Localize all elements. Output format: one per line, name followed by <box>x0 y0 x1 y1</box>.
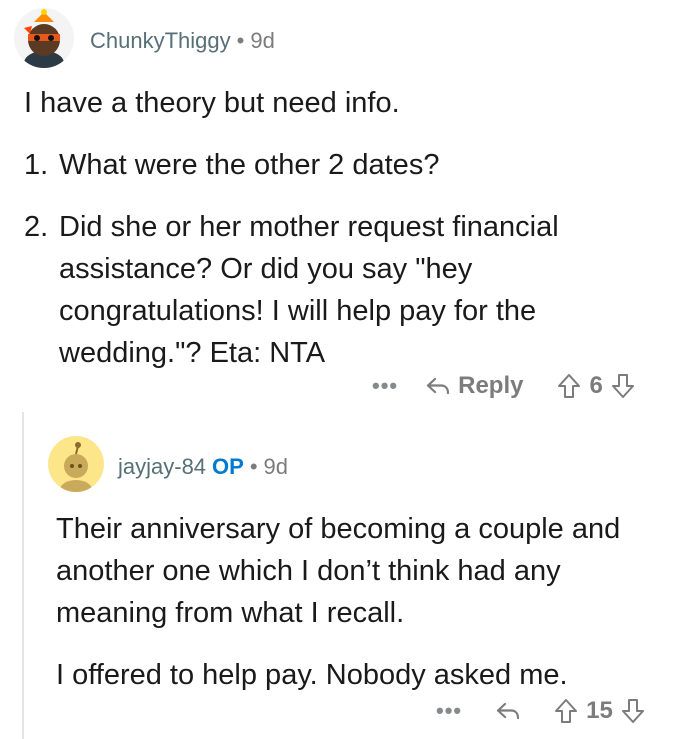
meta-separator: • <box>236 28 245 53</box>
comment-actions: ••• Reply 6 <box>372 372 635 400</box>
list-text: What were the other 2 dates? <box>59 149 440 181</box>
vote-controls: 15 <box>554 697 645 725</box>
username[interactable]: jayjay-84 <box>118 454 206 479</box>
comment-paragraph: I offered to help pay. Nobody asked me. <box>56 659 568 691</box>
vote-controls: 6 <box>557 372 634 400</box>
reply-label: Reply <box>458 372 524 399</box>
comment-body: Their anniversary of becoming a couple a… <box>56 508 656 696</box>
thread-line[interactable] <box>22 412 24 739</box>
more-options-button[interactable]: ••• <box>372 373 398 399</box>
avatar-icon <box>48 436 104 492</box>
list-number: 1. <box>24 149 49 181</box>
upvote-icon[interactable] <box>554 698 578 724</box>
reply-button[interactable] <box>496 701 528 721</box>
vote-count: 6 <box>589 372 603 399</box>
avatar[interactable] <box>48 436 104 492</box>
downvote-icon[interactable] <box>611 373 635 399</box>
meta-separator: • <box>249 454 258 479</box>
comment-age: 9d <box>250 28 275 53</box>
vote-count: 15 <box>586 697 613 724</box>
list-text: Did she or her mother request financial … <box>59 211 559 369</box>
comment-body: I have a theory but need info. 1. What w… <box>24 82 664 374</box>
comment-actions: ••• 15 <box>436 697 645 725</box>
comment-paragraph: I have a theory but need info. <box>24 87 400 119</box>
comment-meta: ChunkyThiggy • 9d <box>90 28 275 54</box>
reply-icon <box>497 702 520 720</box>
reply-icon <box>427 377 450 395</box>
list-item: 1. What were the other 2 dates? <box>24 144 664 186</box>
username[interactable]: ChunkyThiggy <box>90 28 231 53</box>
upvote-icon[interactable] <box>557 373 581 399</box>
reply-button[interactable]: Reply <box>426 372 523 400</box>
list-item: 2. Did she or her mother request financi… <box>24 206 644 374</box>
avatar-icon <box>14 8 74 68</box>
avatar[interactable] <box>14 8 74 68</box>
more-options-button[interactable]: ••• <box>436 698 462 724</box>
comment-age: 9d <box>263 454 289 479</box>
comment-paragraph: Their anniversary of becoming a couple a… <box>56 513 621 629</box>
op-badge: OP <box>212 454 244 479</box>
comment-meta: jayjay-84 OP • 9d <box>118 454 288 480</box>
downvote-icon[interactable] <box>621 698 645 724</box>
list-number: 2. <box>24 211 49 243</box>
